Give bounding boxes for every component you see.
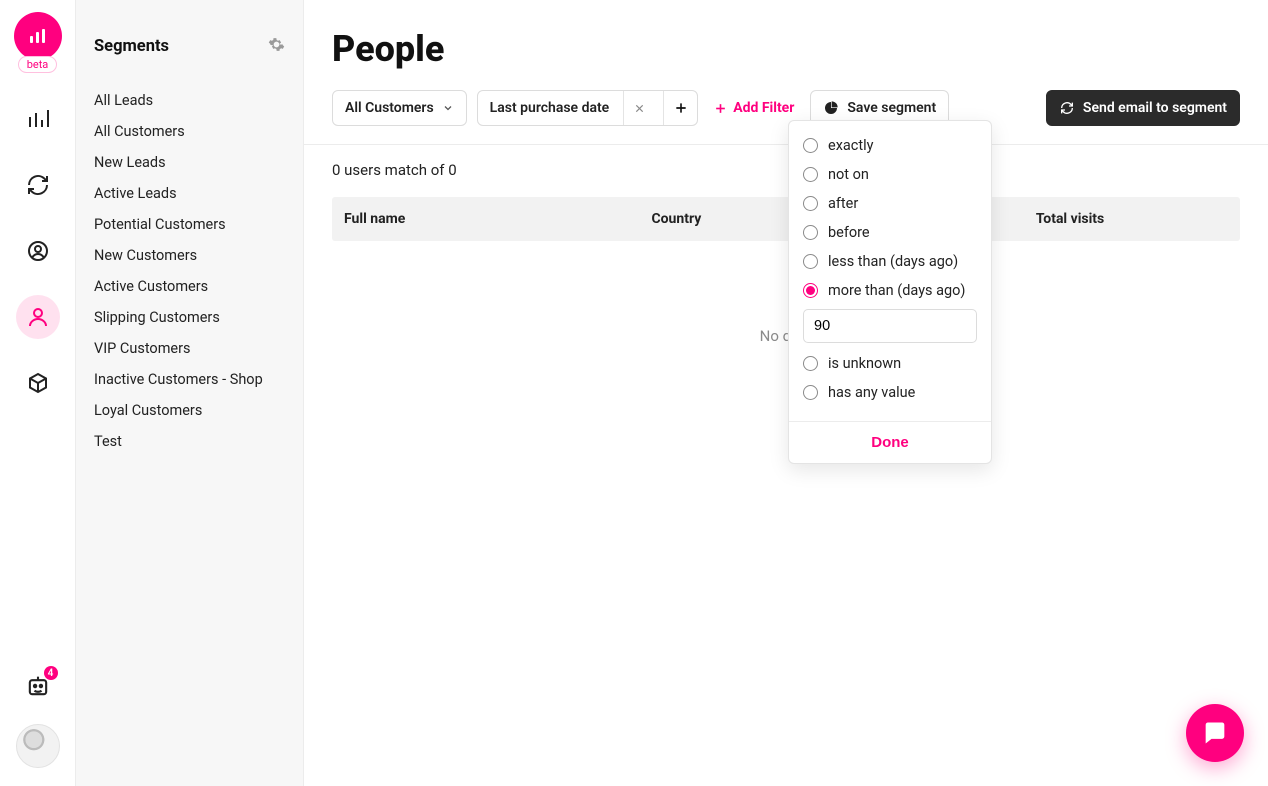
support-icon — [26, 239, 50, 263]
radio-icon — [803, 196, 818, 211]
app-logo[interactable] — [14, 12, 62, 60]
col-total-visits[interactable]: Total visits — [1036, 211, 1228, 227]
segment-item[interactable]: All Leads — [94, 85, 285, 116]
filter-option-label: is unknown — [828, 355, 901, 372]
add-filter-label: Add Filter — [733, 100, 794, 116]
radio-icon — [803, 138, 818, 153]
segment-item[interactable]: Active Customers — [94, 271, 285, 302]
segment-item[interactable]: New Leads — [94, 147, 285, 178]
segment-item[interactable]: Slipping Customers — [94, 302, 285, 333]
radio-icon — [803, 356, 818, 371]
radio-icon — [803, 254, 818, 269]
filter-option-more_than[interactable]: more than (days ago) — [803, 276, 977, 305]
filter-option-label: not on — [828, 166, 869, 183]
col-full-name[interactable]: Full name — [344, 211, 651, 227]
save-segment-label: Save segment — [847, 100, 936, 116]
segment-item[interactable]: Active Leads — [94, 178, 285, 209]
segment-item[interactable]: VIP Customers — [94, 333, 285, 364]
done-button[interactable]: Done — [871, 434, 909, 451]
filter-option-label: exactly — [828, 137, 874, 154]
table-header: Full name Country Last visit Total visit… — [332, 197, 1240, 241]
pie-icon — [823, 100, 839, 116]
plus-icon — [674, 101, 688, 115]
nav-sync[interactable] — [16, 163, 60, 207]
logo-wrap: beta — [14, 12, 62, 73]
send-email-button[interactable]: Send email to segment — [1046, 90, 1240, 126]
filter-option-label: before — [828, 224, 870, 241]
match-count-text: 0 users match of 0 — [332, 145, 1240, 197]
segment-item[interactable]: Test — [94, 426, 285, 457]
gear-icon — [268, 36, 285, 53]
segment-select-label: All Customers — [345, 100, 434, 116]
segment-item[interactable]: Loyal Customers — [94, 395, 285, 426]
chart-icon — [26, 107, 50, 131]
plus-icon — [714, 102, 727, 115]
add-filter-button[interactable]: Add Filter — [708, 100, 800, 116]
filter-toolbar: All Customers Last purchase date Add Fil… — [332, 90, 1240, 126]
radio-icon — [803, 385, 818, 400]
close-icon — [634, 103, 645, 114]
main-content: People All Customers Last purchase date — [304, 0, 1268, 786]
filter-option-label: more than (days ago) — [828, 282, 965, 299]
people-icon — [26, 305, 50, 329]
chevron-down-icon — [442, 102, 454, 114]
filter-option-is_unknown[interactable]: is unknown — [803, 349, 977, 378]
segment-item[interactable]: Potential Customers — [94, 209, 285, 240]
radio-icon — [803, 225, 818, 240]
nav-rail: beta — [0, 0, 76, 786]
segment-item[interactable]: Inactive Customers - Shop — [94, 364, 285, 395]
remove-filter-button[interactable] — [623, 91, 655, 125]
filter-option-has_any_value[interactable]: has any value — [803, 378, 977, 407]
send-email-label: Send email to segment — [1083, 100, 1227, 116]
segment-item[interactable]: New Customers — [94, 240, 285, 271]
radio-icon — [803, 167, 818, 182]
chat-icon — [1201, 719, 1229, 747]
segment-select[interactable]: All Customers — [332, 90, 467, 126]
page-title: People — [332, 28, 1240, 70]
segments-settings-button[interactable] — [268, 36, 285, 57]
nav-products[interactable] — [16, 361, 60, 405]
chat-launcher[interactable] — [1186, 704, 1244, 762]
bar-chart-icon — [26, 24, 50, 48]
filter-option-label: has any value — [828, 384, 915, 401]
bot-badge: 4 — [44, 666, 58, 680]
filter-option-before[interactable]: before — [803, 218, 977, 247]
active-filter-chip[interactable]: Last purchase date — [477, 90, 699, 126]
nav-people[interactable] — [16, 295, 60, 339]
active-filter-label: Last purchase date — [490, 100, 616, 116]
sidebar-title: Segments — [94, 37, 169, 56]
user-avatar[interactable] — [16, 724, 60, 768]
refresh-icon — [1059, 100, 1075, 116]
sync-icon — [26, 173, 50, 197]
filter-option-exactly[interactable]: exactly — [803, 131, 977, 160]
filter-operator-dropdown: exactly not on after before less than (days … — [788, 120, 992, 464]
segment-list: All LeadsAll CustomersNew LeadsActive Le… — [94, 85, 285, 457]
nav-support[interactable] — [16, 229, 60, 273]
segments-sidebar: Segments All LeadsAll CustomersNew Leads… — [76, 0, 304, 786]
filter-option-not_on[interactable]: not on — [803, 160, 977, 189]
filter-option-less_than[interactable]: less than (days ago) — [803, 247, 977, 276]
days-input[interactable] — [803, 309, 977, 343]
filter-option-after[interactable]: after — [803, 189, 977, 218]
beta-badge: beta — [18, 56, 58, 73]
nav-analytics[interactable] — [16, 97, 60, 141]
add-condition-button[interactable] — [663, 91, 697, 125]
box-icon — [26, 371, 50, 395]
bot-button[interactable]: 4 — [24, 672, 52, 704]
filter-option-label: after — [828, 195, 858, 212]
segment-item[interactable]: All Customers — [94, 116, 285, 147]
table-empty-state: No data — [332, 241, 1240, 345]
radio-icon — [803, 283, 818, 298]
filter-option-label: less than (days ago) — [828, 253, 958, 270]
